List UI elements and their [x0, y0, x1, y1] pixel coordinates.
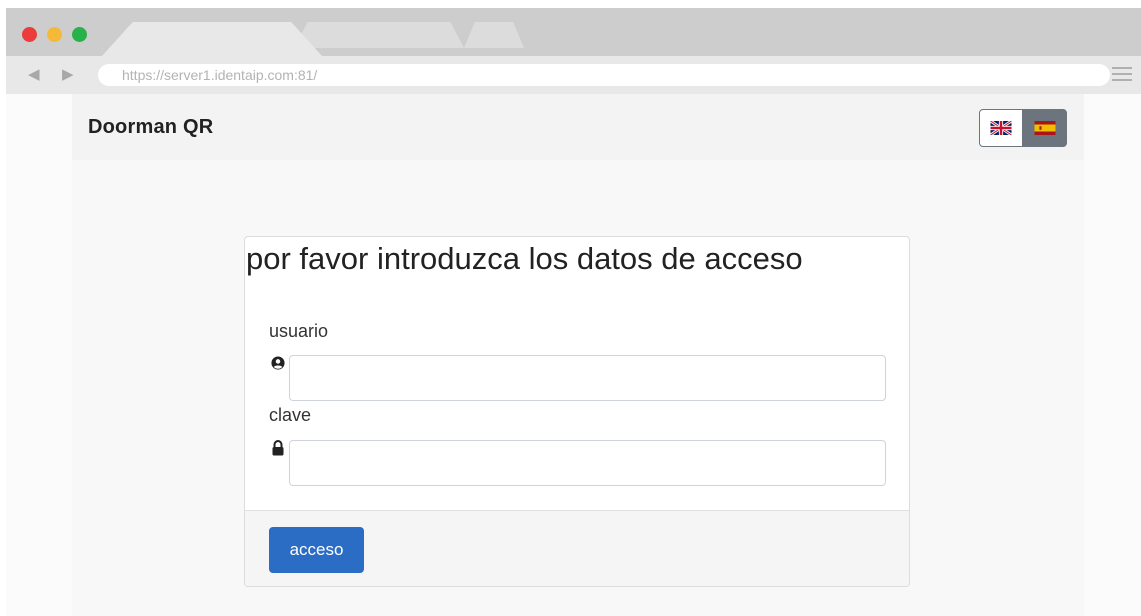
page-content: Doorman QR por favor introduzca los dato… — [72, 94, 1084, 616]
username-input[interactable] — [289, 355, 886, 401]
login-title: por favor introduzca los datos de acceso — [246, 241, 803, 276]
browser-tab-active[interactable] — [102, 22, 322, 56]
password-label: clave — [269, 405, 312, 425]
title-bar — [6, 8, 1141, 56]
browser-tab-3[interactable] — [464, 22, 524, 48]
back-arrow-icon[interactable]: ◀ — [28, 66, 40, 84]
maximize-window-button[interactable] — [72, 27, 87, 42]
app-navbar: Doorman QR — [72, 94, 1084, 160]
browser-window: ◀ ▶ https://server1.identaip.com:81/ Doo… — [6, 8, 1141, 616]
login-card: por favor introduzca los datos de acceso… — [244, 236, 910, 587]
login-card-footer: acceso — [245, 510, 909, 586]
login-submit-button[interactable]: acceso — [269, 527, 364, 573]
password-input[interactable] — [289, 440, 886, 486]
username-label: usuario — [269, 321, 329, 341]
language-button-en[interactable] — [979, 109, 1023, 147]
user-circle-icon — [271, 356, 285, 370]
browser-tab-2[interactable] — [294, 22, 464, 48]
uk-flag-icon — [990, 121, 1012, 135]
lock-icon — [272, 440, 284, 456]
brand-title[interactable]: Doorman QR — [88, 116, 213, 139]
minimize-window-button[interactable] — [47, 27, 62, 42]
close-window-button[interactable] — [22, 27, 37, 42]
forward-arrow-icon[interactable]: ▶ — [62, 66, 74, 84]
language-button-es[interactable] — [1023, 109, 1067, 147]
address-bar-row: ◀ ▶ https://server1.identaip.com:81/ — [6, 56, 1141, 94]
language-switcher — [979, 109, 1068, 147]
url-bar[interactable]: https://server1.identaip.com:81/ — [98, 64, 1110, 86]
hamburger-menu-icon[interactable] — [1112, 67, 1132, 83]
spain-flag-icon — [1034, 121, 1056, 135]
